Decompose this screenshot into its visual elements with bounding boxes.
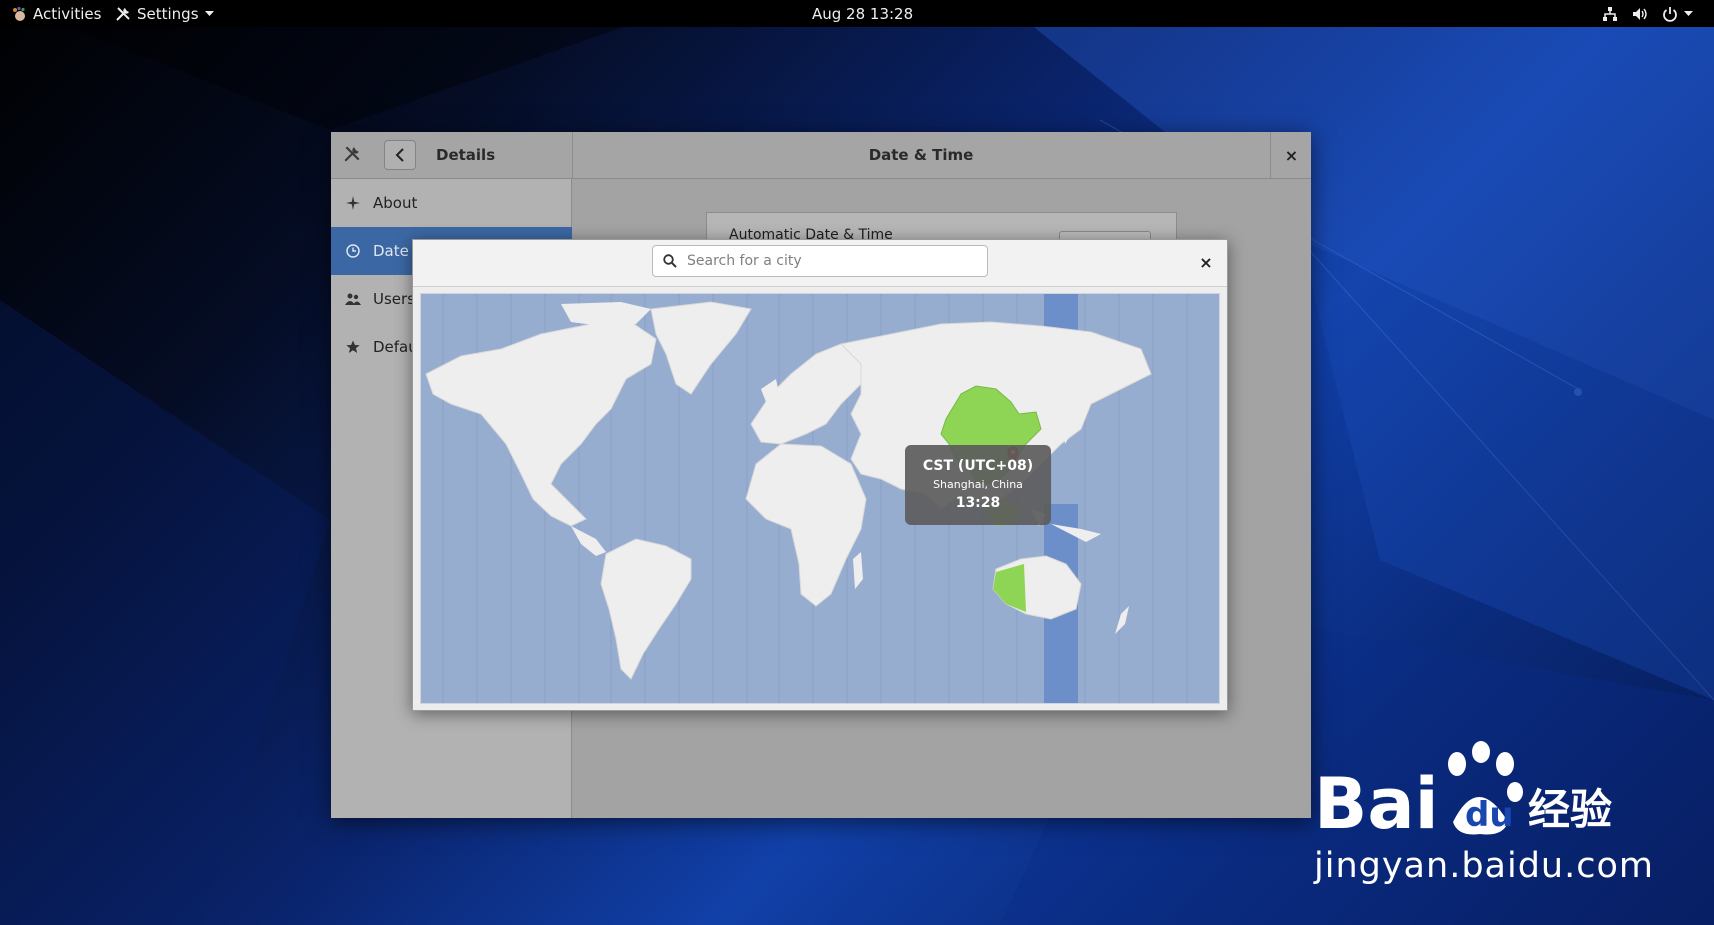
watermark-url: jingyan.baidu.com [1314, 846, 1654, 886]
speaker-icon [1633, 7, 1647, 20]
search-icon [663, 254, 677, 268]
city-search-box[interactable] [652, 245, 988, 277]
page-title: Date & Time [868, 146, 974, 164]
back-button[interactable] [384, 140, 416, 170]
power-icon [1663, 6, 1677, 22]
dialog-close-button[interactable]: × [1193, 249, 1219, 275]
star-sparkle-icon [345, 196, 361, 210]
panel-title: Details [436, 146, 496, 164]
clock-icon [345, 244, 361, 258]
app-menu-settings[interactable]: Settings [115, 0, 214, 27]
baidu-logo: Bai du 经验 [1314, 741, 1612, 845]
app-menu-label: Settings [137, 4, 199, 23]
settings-tools-icon [343, 145, 361, 167]
clock[interactable]: Aug 28 13:28 [812, 0, 913, 27]
world-map-graphic [425, 294, 1188, 703]
city-search-input[interactable] [685, 252, 969, 270]
dropdown-arrow-icon [204, 10, 214, 16]
network-wired-icon [1603, 6, 1617, 21]
sidebar-item-label: About [373, 194, 418, 212]
volume-icon[interactable] [1632, 0, 1649, 27]
clock-label: Aug 28 13:28 [812, 4, 914, 23]
star-icon [345, 340, 361, 354]
activities-label: Activities [33, 4, 102, 23]
world-timezone-map[interactable]: CST (UTC+08) Shanghai, China 13:28 [420, 293, 1220, 704]
activities-button[interactable]: Activities [11, 0, 101, 27]
paw-icon: du [1448, 741, 1523, 835]
system-menu[interactable] [1662, 0, 1693, 27]
dropdown-arrow-icon [1684, 10, 1693, 16]
sidebar-item-label: Users [373, 290, 416, 308]
network-icon[interactable] [1602, 0, 1618, 27]
watermark-brand-suffix: 经验 [1528, 785, 1612, 834]
close-icon: × [1284, 145, 1299, 165]
close-icon: × [1199, 252, 1213, 272]
tooltip-timezone: CST (UTC+08) [922, 458, 1034, 474]
tooltip-time: 13:28 [955, 495, 1001, 511]
timezone-tooltip: CST (UTC+08) Shanghai, China 13:28 [905, 445, 1051, 525]
chevron-left-icon [395, 148, 404, 162]
tooltip-city: Shanghai, China [933, 478, 1023, 491]
svg-text:du: du [1465, 795, 1514, 835]
close-button[interactable]: × [1270, 132, 1312, 178]
timezone-dialog: × [412, 239, 1228, 711]
sidebar-item-about[interactable]: About [331, 179, 572, 227]
watermark-brand: Bai [1314, 763, 1439, 845]
gnome-foot-icon [13, 6, 25, 21]
top-bar: Activities Settings Aug 28 13:28 [0, 0, 1714, 27]
settings-tools-icon [116, 6, 130, 21]
baidu-watermark: Bai du 经验 jingyan.baidu.com [1310, 736, 1653, 886]
window-header: Details Date & Time × [331, 132, 1311, 179]
dialog-header: × [413, 240, 1227, 287]
users-icon [345, 292, 361, 306]
